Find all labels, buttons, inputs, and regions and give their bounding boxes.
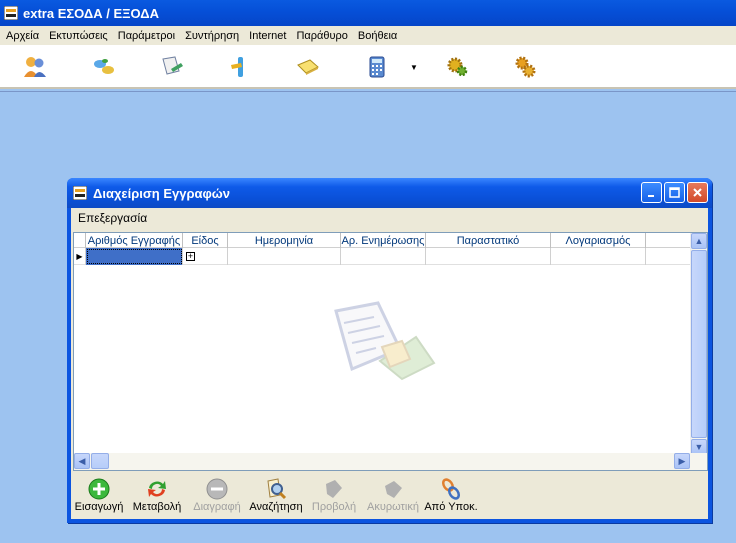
minimize-icon — [647, 194, 654, 197]
document-edit-icon[interactable] — [158, 53, 186, 81]
main-toolbar: ▼ — [0, 45, 736, 89]
view-button[interactable]: Προβολή — [305, 475, 363, 519]
grid-header: Αριθμός Εγγραφής Είδος Ημερομηνία Αρ. Εν… — [74, 233, 691, 248]
refresh-icon — [145, 477, 169, 501]
menu-prints[interactable]: Εκτυπώσεις — [45, 30, 112, 42]
menu-window[interactable]: Παράθυρο — [292, 30, 351, 42]
cancel-doc-button[interactable]: Ακυρωτική — [363, 475, 423, 519]
gear-icon[interactable] — [443, 53, 471, 81]
date-cell[interactable] — [228, 248, 341, 265]
vertical-scroll-thumb[interactable] — [691, 250, 707, 438]
remove-icon — [205, 477, 229, 501]
row-pointer-icon: ▶ — [74, 248, 86, 265]
delete-button[interactable]: Διαγραφή — [187, 475, 247, 519]
add-icon — [87, 477, 111, 501]
maximize-icon — [669, 187, 680, 198]
expand-icon[interactable]: + — [186, 252, 195, 261]
calculator-icon[interactable] — [363, 53, 391, 81]
window-icon — [73, 186, 87, 200]
column-header[interactable]: Ημερομηνία — [228, 233, 341, 248]
chevron-down-icon[interactable]: ▼ — [410, 63, 420, 73]
menu-parameters[interactable]: Παράμετροι — [114, 30, 179, 42]
users-icon[interactable] — [21, 53, 49, 81]
horizontal-scrollbar[interactable]: ◀ ▶ — [74, 453, 707, 470]
records-window-title-bar[interactable]: Διαχείριση Εγγραφών — [67, 178, 712, 208]
column-header[interactable]: Είδος — [183, 233, 228, 248]
app-title: extra ΕΣΟΔΑ / ΕΞΟΔΑ — [23, 5, 160, 21]
app-title-bar[interactable]: extra ΕΣΟΔΑ / ΕΞΟΔΑ — [0, 0, 736, 26]
update-number-cell[interactable] — [341, 248, 426, 265]
vertical-scrollbar[interactable]: ▲ ▼ — [690, 233, 707, 455]
minimize-button[interactable] — [641, 182, 662, 203]
close-button[interactable] — [687, 182, 708, 203]
view-icon — [322, 477, 346, 501]
delete-button-label: Διαγραφή — [193, 501, 241, 513]
gears-icon[interactable] — [511, 53, 539, 81]
main-menubar: Αρχεία Εκτυπώσεις Παράμετροι Συντήρηση I… — [0, 26, 736, 45]
edit-button[interactable]: Μεταβολή — [127, 475, 187, 519]
app-icon — [4, 6, 18, 20]
menu-help[interactable]: Βοήθεια — [354, 30, 401, 42]
column-header[interactable]: Παραστατικό — [426, 233, 551, 248]
close-icon — [693, 188, 702, 197]
from-subaccount-button[interactable]: Από Υποκ. — [423, 475, 479, 519]
menu-edit[interactable]: Επεξεργασία — [78, 211, 147, 225]
document-watermark-icon — [334, 301, 436, 381]
edit-button-label: Μεταβολή — [132, 501, 182, 513]
records-window-title: Διαχείριση Εγγραφών — [93, 185, 230, 201]
cancel-doc-icon — [381, 477, 405, 501]
row-indicator-header — [74, 233, 86, 248]
record-number-cell[interactable] — [86, 248, 183, 265]
add-button[interactable]: Εισαγωγή — [71, 475, 127, 519]
records-menubar: Επεξεργασία — [71, 208, 708, 228]
empty-cell — [646, 248, 691, 265]
records-action-bar: Εισαγωγή Μεταβολή Διαγραφή Αναζήτηση Προ… — [71, 475, 708, 519]
scroll-left-icon[interactable]: ◀ — [74, 453, 90, 469]
records-window: Διαχείριση Εγγραφών Επεξεργασία Αριθμός … — [67, 178, 712, 523]
account-cell[interactable] — [551, 248, 646, 265]
column-header[interactable]: Λογαριασμός — [551, 233, 646, 248]
from-subaccount-button-label: Από Υποκ. — [424, 501, 478, 513]
column-header[interactable]: Αριθμός Εγγραφής — [86, 233, 183, 248]
horizontal-scroll-thumb[interactable] — [91, 453, 109, 469]
menu-files[interactable]: Αρχεία — [2, 30, 43, 42]
maximize-button[interactable] — [664, 182, 685, 203]
tools-icon[interactable] — [226, 53, 254, 81]
book-icon[interactable] — [294, 53, 322, 81]
search-button[interactable]: Αναζήτηση — [247, 475, 305, 519]
column-header-empty — [646, 233, 691, 248]
scroll-up-icon[interactable]: ▲ — [691, 233, 707, 249]
connect-icon[interactable] — [90, 53, 118, 81]
link-icon — [439, 477, 463, 501]
add-button-label: Εισαγωγή — [74, 501, 124, 513]
records-grid[interactable]: Αριθμός Εγγραφής Είδος Ημερομηνία Αρ. Εν… — [73, 232, 708, 471]
voucher-cell[interactable] — [426, 248, 551, 265]
view-button-label: Προβολή — [311, 501, 357, 513]
cancel-doc-button-label: Ακυρωτική — [367, 501, 419, 513]
records-window-body: Επεξεργασία Αριθμός Εγγραφής Είδος Ημερο… — [71, 208, 708, 519]
menu-internet[interactable]: Internet — [245, 30, 290, 42]
type-cell[interactable]: + — [183, 248, 228, 265]
menu-maintenance[interactable]: Συντήρηση — [181, 30, 243, 42]
column-header[interactable]: Αρ. Ενημέρωσης — [341, 233, 426, 248]
table-row[interactable]: ▶ + — [74, 248, 691, 265]
scroll-right-icon[interactable]: ▶ — [674, 453, 690, 469]
search-icon — [264, 477, 288, 501]
search-button-label: Αναζήτηση — [249, 501, 303, 513]
